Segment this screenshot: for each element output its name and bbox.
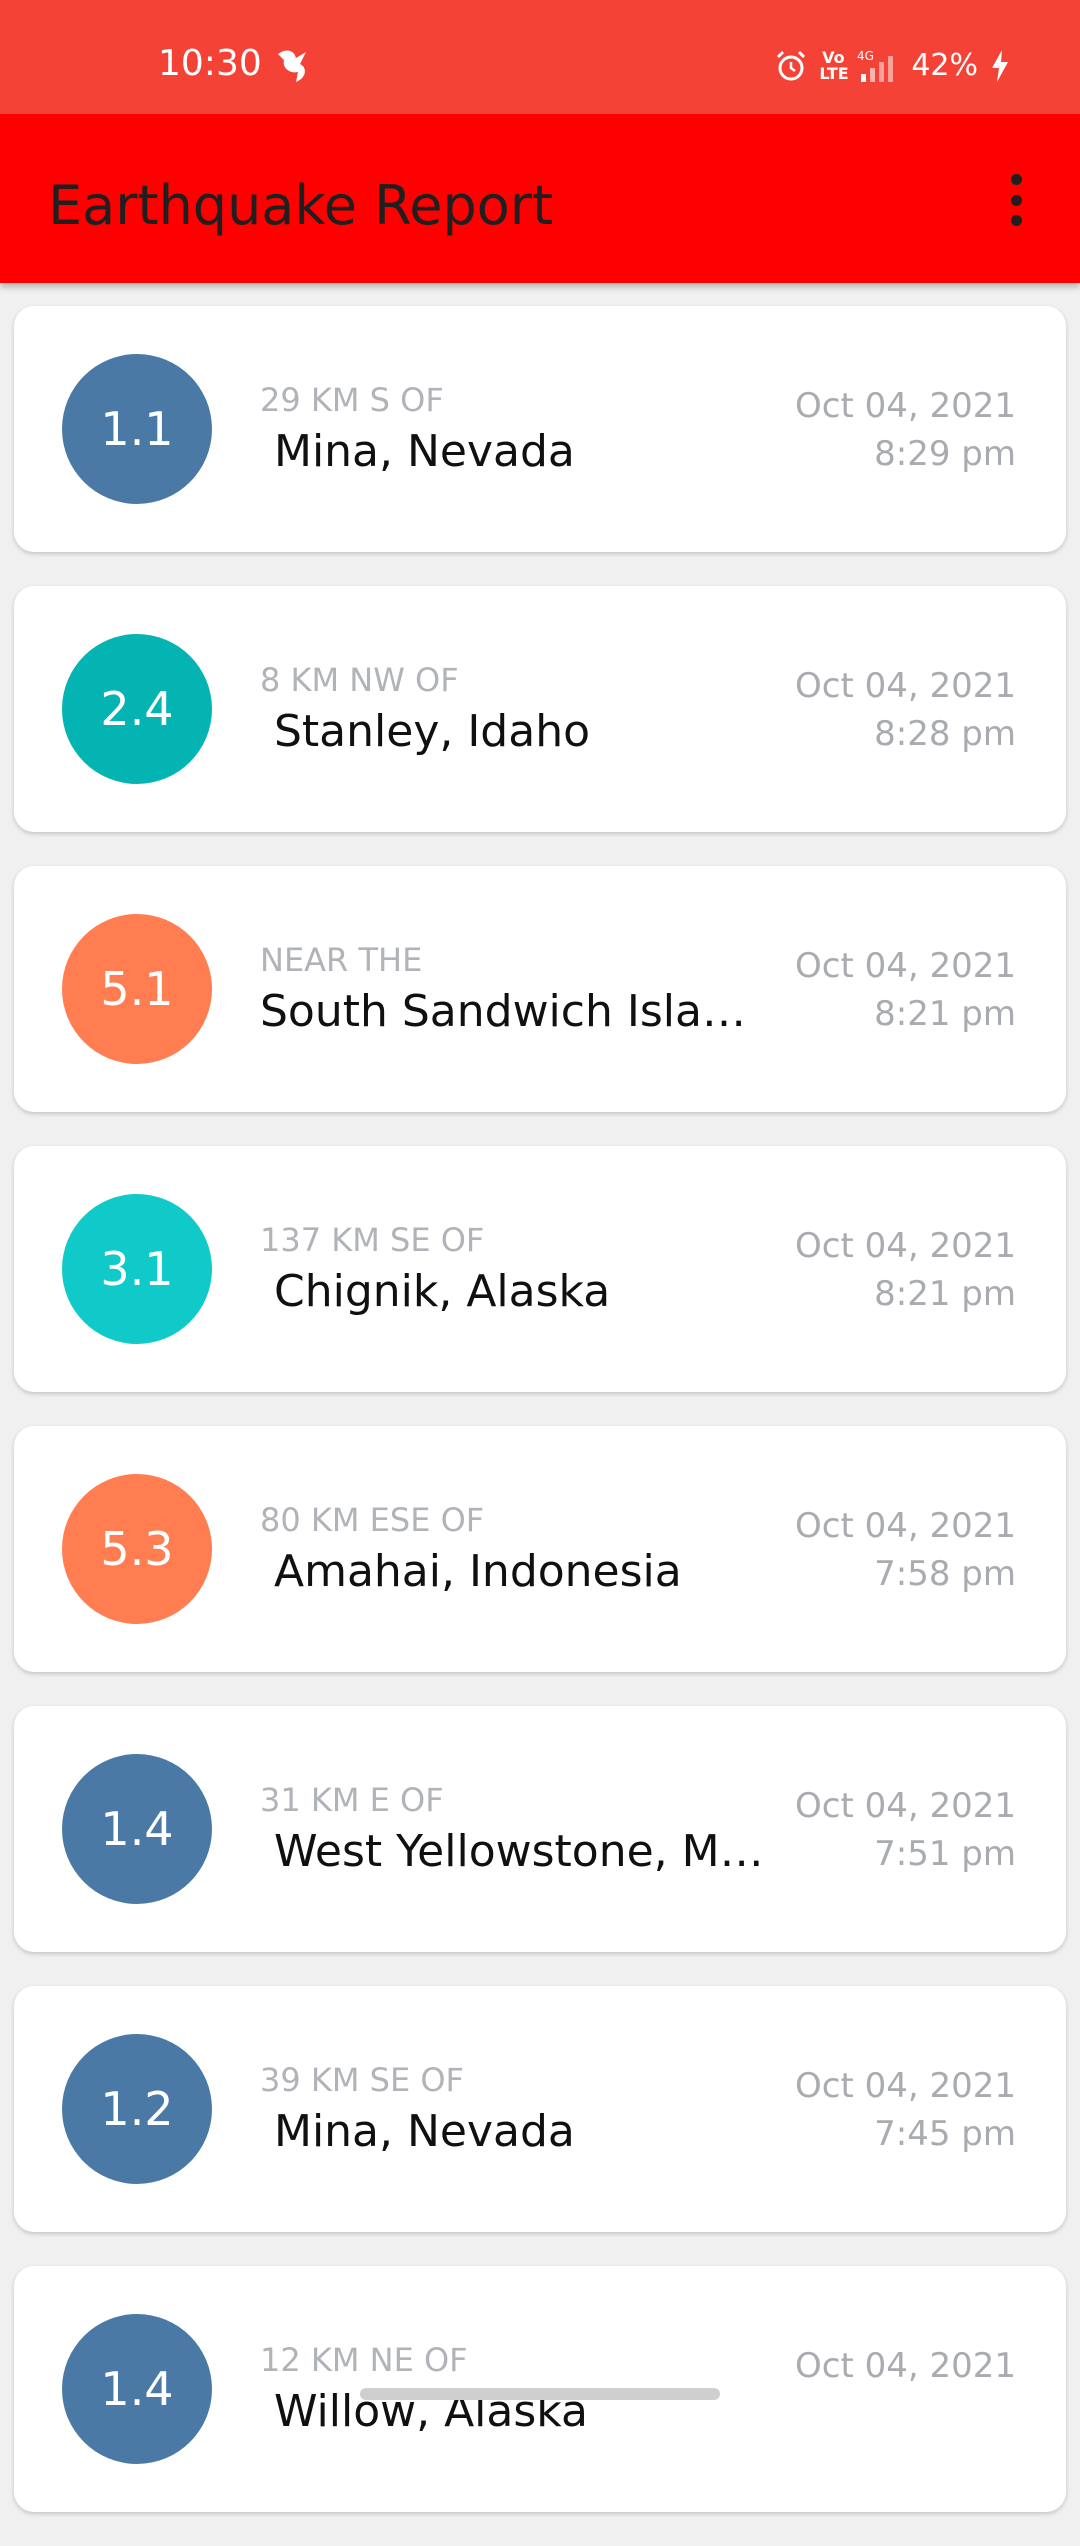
primary-location: Amahai, Indonesia (260, 1546, 682, 1597)
magnitude-circle: 5.3 (62, 1474, 212, 1624)
quake-date: Oct 04, 2021 (795, 2346, 1016, 2386)
primary-location: Mina, Nevada (260, 2106, 575, 2157)
quake-date: Oct 04, 2021 (795, 666, 1016, 706)
quake-time: 7:45 pm (874, 2114, 1016, 2154)
quake-date: Oct 04, 2021 (795, 1226, 1016, 1266)
earthquake-card[interactable]: 5.1 Near the South Sandwich Islands region… (14, 866, 1066, 1112)
volte-icon: Vo LTE (819, 48, 849, 83)
app-bar: Earthquake Report (0, 114, 1080, 283)
gesture-nav-handle[interactable] (360, 2388, 720, 2400)
status-icons: Vo LTE 4G 42% (773, 44, 1012, 88)
quake-date: Oct 04, 2021 (795, 946, 1016, 986)
quake-time: 8:21 pm (874, 994, 1016, 1034)
magnitude-circle: 5.1 (62, 914, 212, 1064)
primary-location: Stanley, Idaho (260, 706, 590, 757)
earthquake-card[interactable]: 3.1 137 km SE of Chignik, Alaska Oct 04, 2… (14, 1146, 1066, 1392)
earthquake-card[interactable]: 2.4 8 km NW of Stanley, Idaho Oct 04, 2021… (14, 586, 1066, 832)
location-offset: 31 km E of (260, 1781, 444, 1819)
battery-percent: 42% (911, 48, 978, 83)
location-offset: 137 km SE of (260, 1221, 485, 1259)
magnitude-circle: 1.1 (62, 354, 212, 504)
location-offset: 80 km ESE of (260, 1501, 485, 1539)
quake-date: Oct 04, 2021 (795, 1506, 1016, 1546)
earthquake-card[interactable]: 1.1 29 km S of Mina, Nevada Oct 04, 2021 8:… (14, 306, 1066, 552)
location-offset: 12 km NE of (260, 2341, 468, 2379)
primary-location: South Sandwich Islands region (260, 986, 770, 1037)
earthquake-list[interactable]: 1.1 29 km S of Mina, Nevada Oct 04, 2021 8:… (14, 306, 1066, 2546)
app-title: Earthquake Report (48, 174, 554, 237)
primary-location: Mina, Nevada (260, 426, 575, 477)
battery-charging-icon (992, 50, 1008, 82)
magnitude-circle: 1.4 (62, 1754, 212, 1904)
earthquake-card[interactable]: 5.3 80 km ESE of Amahai, Indonesia Oct 04,… (14, 1426, 1066, 1672)
quake-time: 8:29 pm (874, 434, 1016, 474)
quake-time: 7:58 pm (874, 1554, 1016, 1594)
alarm-icon (777, 50, 806, 81)
status-time: 10:30 (158, 43, 262, 84)
primary-location: West Yellowstone, Montana (273, 1826, 770, 1877)
quake-date: Oct 04, 2021 (795, 1786, 1016, 1826)
quake-date: Oct 04, 2021 (795, 2066, 1016, 2106)
status-bar: 10:30 Vo LTE 4G 42% (0, 0, 1080, 114)
quake-date: Oct 04, 2021 (795, 386, 1016, 426)
location-offset: 8 km NW of (260, 661, 459, 699)
app-notification-icon (278, 50, 306, 82)
more-vert-icon[interactable] (992, 168, 1040, 232)
location-offset: 39 km SE of (260, 2061, 464, 2099)
network-type-label: 4G (857, 49, 874, 63)
magnitude-circle: 1.2 (62, 2034, 212, 2184)
signal-icon: 4G (857, 49, 894, 82)
quake-time: 8:28 pm (874, 714, 1016, 754)
location-offset: Near the (260, 941, 423, 979)
magnitude-circle: 3.1 (62, 1194, 212, 1344)
earthquake-card[interactable]: 1.2 39 km SE of Mina, Nevada Oct 04, 2021 7… (14, 1986, 1066, 2232)
earthquake-card[interactable]: 1.4 31 km E of West Yellowstone, Montana O… (14, 1706, 1066, 1952)
magnitude-circle: 1.4 (62, 2314, 212, 2464)
quake-time: 8:21 pm (874, 1274, 1016, 1314)
location-offset: 29 km S of (260, 381, 444, 419)
magnitude-circle: 2.4 (62, 634, 212, 784)
quake-time: 7:51 pm (874, 1834, 1016, 1874)
primary-location: Chignik, Alaska (260, 1266, 611, 1317)
